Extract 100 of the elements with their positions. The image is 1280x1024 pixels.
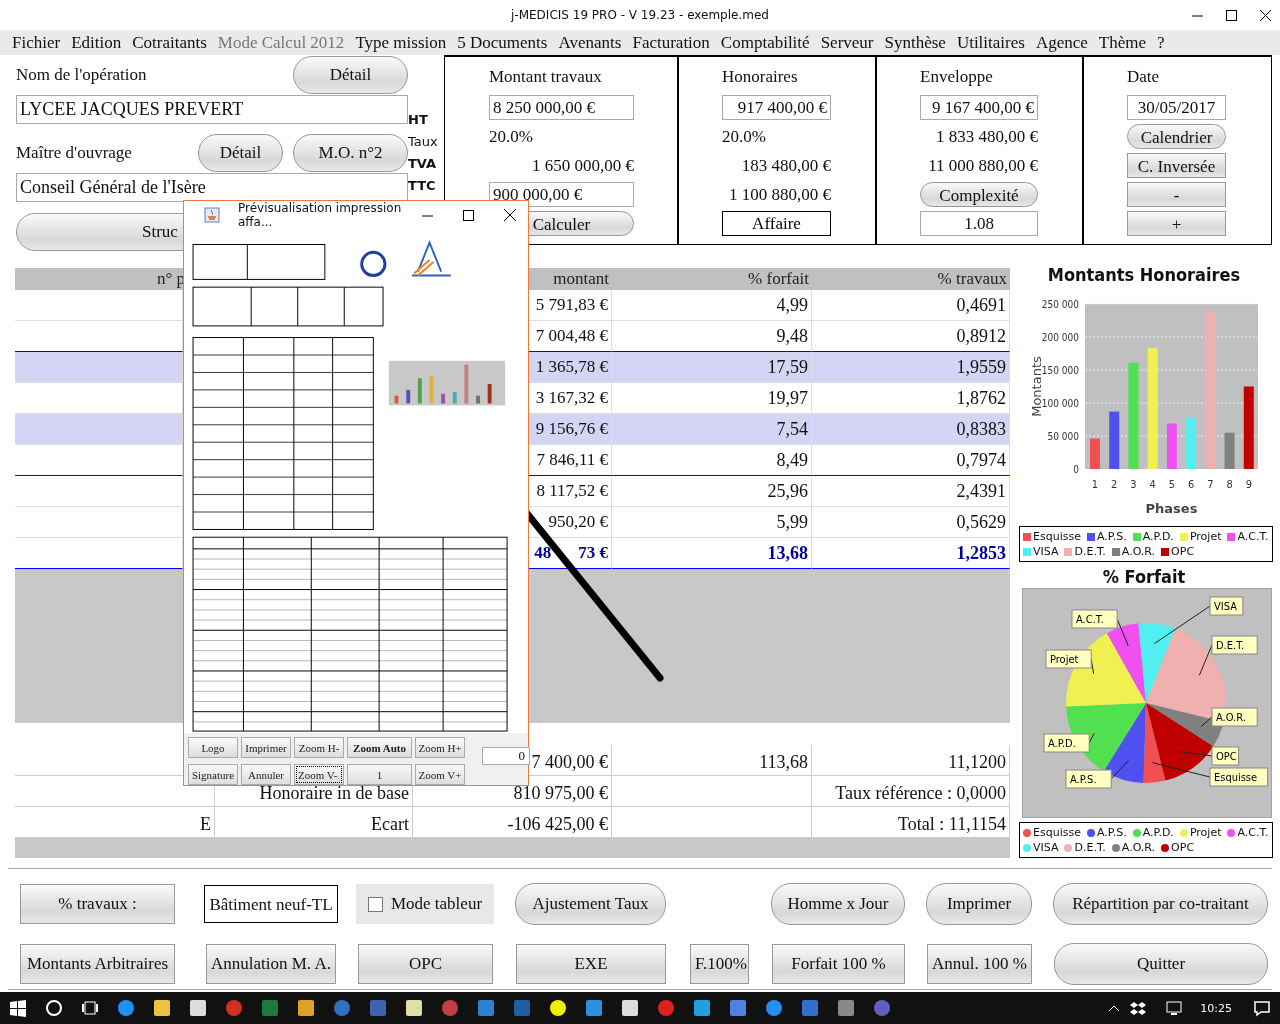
action-button[interactable]: OPC bbox=[358, 944, 493, 984]
clock-text[interactable]: 10:25 bbox=[1200, 1001, 1232, 1015]
action-button[interactable]: Homme x Jour bbox=[771, 883, 905, 925]
app-icon[interactable] bbox=[765, 999, 783, 1017]
menu-item[interactable]: Type mission bbox=[355, 32, 447, 53]
action-button[interactable]: Affaire bbox=[722, 211, 831, 236]
table-cell[interactable] bbox=[15, 507, 183, 538]
preview-button[interactable]: Zoom H+ bbox=[415, 737, 465, 758]
preview-button[interactable]: Zoom Auto bbox=[347, 737, 412, 758]
owner-button[interactable]: M.O. n°2 bbox=[293, 134, 408, 172]
table-cell[interactable] bbox=[15, 445, 183, 476]
app-icon[interactable] bbox=[621, 999, 639, 1017]
action-button[interactable]: Forfait 100 % bbox=[772, 944, 905, 984]
checkbox[interactable] bbox=[367, 896, 383, 912]
table-cell: 0,8912 bbox=[812, 321, 1010, 352]
action-button[interactable]: Montants Arbitraires bbox=[20, 944, 175, 984]
preview-button[interactable]: Signature bbox=[188, 764, 238, 785]
menu-item[interactable]: Fichier bbox=[12, 32, 61, 53]
menu-item[interactable]: Facturation bbox=[632, 32, 710, 53]
close-icon[interactable] bbox=[504, 209, 516, 221]
leader-line bbox=[1110, 759, 1130, 780]
menu-item[interactable]: Avenants bbox=[558, 32, 622, 53]
detail-button[interactable]: Détail bbox=[293, 56, 408, 94]
preview-button[interactable]: Imprimer bbox=[241, 737, 291, 758]
text-field[interactable]: 1.08 bbox=[920, 211, 1038, 236]
preview-button[interactable]: Zoom V+ bbox=[415, 764, 465, 785]
text-field[interactable]: 9 167 400,00 € bbox=[920, 95, 1038, 120]
action-button[interactable]: Ajustement Taux bbox=[515, 883, 666, 925]
menu-item[interactable]: Edition bbox=[71, 32, 122, 53]
app-icon[interactable] bbox=[297, 999, 315, 1017]
action-button[interactable]: C. Inversée bbox=[1127, 153, 1226, 178]
axis-tick-label: 5 bbox=[1168, 478, 1176, 491]
preview-button[interactable]: Logo bbox=[188, 737, 238, 758]
action-button[interactable]: Quitter bbox=[1054, 943, 1268, 985]
text-field[interactable]: 917 400,00 € bbox=[722, 95, 831, 120]
action-button[interactable]: Annul. 100 % bbox=[927, 944, 1032, 984]
app-icon[interactable] bbox=[189, 999, 207, 1017]
action-button[interactable]: Répartition par co-traitant bbox=[1053, 883, 1268, 925]
close-icon[interactable] bbox=[1259, 9, 1272, 22]
action-button[interactable]: Complexité bbox=[920, 182, 1038, 207]
windows-logo-icon[interactable] bbox=[9, 999, 27, 1017]
text-field[interactable]: Bâtiment neuf-TL bbox=[204, 885, 338, 923]
task-view-icon[interactable] bbox=[81, 999, 99, 1017]
menu-item[interactable]: Synthèse bbox=[884, 32, 946, 53]
table-cell: 5,99 bbox=[612, 507, 812, 538]
action-button[interactable]: + bbox=[1127, 211, 1226, 236]
menu-item[interactable]: Cotraitants bbox=[132, 32, 207, 53]
app-icon[interactable] bbox=[405, 999, 423, 1017]
menu-item[interactable]: Comptabilité bbox=[720, 32, 810, 53]
menu-item[interactable]: Utilitaires bbox=[956, 32, 1025, 53]
table-cell[interactable] bbox=[15, 476, 183, 507]
app-icon[interactable] bbox=[153, 999, 171, 1017]
action-button[interactable]: Imprimer bbox=[926, 883, 1032, 925]
number-spinner[interactable]: 0 bbox=[482, 747, 530, 765]
table-cell: E bbox=[15, 807, 215, 837]
table-cell[interactable] bbox=[15, 383, 183, 414]
menu-item[interactable]: Agence bbox=[1035, 32, 1088, 53]
action-button[interactable]: F.100% bbox=[690, 944, 749, 984]
box-icon[interactable] bbox=[1129, 999, 1148, 1017]
action-button[interactable]: - bbox=[1127, 182, 1226, 207]
preview-button[interactable]: Zoom V- bbox=[294, 764, 344, 785]
text-field[interactable]: 8 250 000,00 € bbox=[489, 95, 634, 120]
slice-label: A.O.R. bbox=[1216, 711, 1246, 724]
network-icon[interactable] bbox=[1165, 999, 1184, 1017]
action-button[interactable]: Calendrier bbox=[1127, 124, 1226, 149]
table-cell: 7,54 bbox=[612, 414, 812, 445]
text-field[interactable]: 30/05/2017 bbox=[1127, 95, 1226, 120]
maximize-icon[interactable] bbox=[1225, 9, 1238, 22]
action-button[interactable]: % travaux : bbox=[20, 884, 175, 924]
maximize-icon[interactable] bbox=[463, 209, 474, 221]
menu-item[interactable]: Thème bbox=[1098, 32, 1146, 53]
table-cell: 0,8383 bbox=[812, 414, 1010, 445]
table-cell[interactable] bbox=[15, 321, 183, 352]
table-cell[interactable] bbox=[15, 352, 183, 383]
text-field[interactable]: 900 000,00 € bbox=[489, 182, 634, 207]
menu-item[interactable]: ? bbox=[1157, 32, 1165, 53]
legend-label: OPC bbox=[1171, 841, 1195, 854]
chevron-up-icon[interactable] bbox=[1108, 1004, 1121, 1012]
menu-item[interactable]: 5 Documents bbox=[457, 32, 548, 53]
amount-text: 1 365,78 € bbox=[535, 356, 608, 378]
preview-button[interactable]: Zoom H- bbox=[294, 737, 344, 758]
table-cell[interactable] bbox=[15, 538, 183, 569]
leader-line bbox=[1116, 618, 1129, 647]
amount-text: 1 833 480,00 € bbox=[935, 126, 1038, 148]
text-field[interactable]: Conseil Général de l'Isère bbox=[16, 173, 408, 202]
search-icon[interactable] bbox=[45, 999, 63, 1017]
menu-item[interactable]: Serveur bbox=[820, 32, 874, 53]
text-field[interactable]: LYCEE JACQUES PREVERT bbox=[16, 95, 408, 124]
notification-icon[interactable] bbox=[1253, 999, 1271, 1017]
table-cell[interactable] bbox=[15, 290, 183, 321]
app-icon[interactable] bbox=[549, 999, 567, 1017]
app-icon[interactable] bbox=[117, 999, 135, 1017]
table-cell: 4,99 bbox=[612, 290, 812, 321]
app-icon[interactable] bbox=[693, 999, 711, 1017]
table-cell[interactable] bbox=[15, 414, 183, 445]
action-button[interactable]: Annulation M. A. bbox=[206, 944, 336, 984]
detail-button[interactable]: Détail bbox=[198, 134, 283, 172]
preview-button[interactable]: 1 bbox=[347, 764, 412, 785]
action-button[interactable]: EXE bbox=[516, 944, 666, 984]
preview-button[interactable]: Annuler bbox=[241, 764, 291, 785]
